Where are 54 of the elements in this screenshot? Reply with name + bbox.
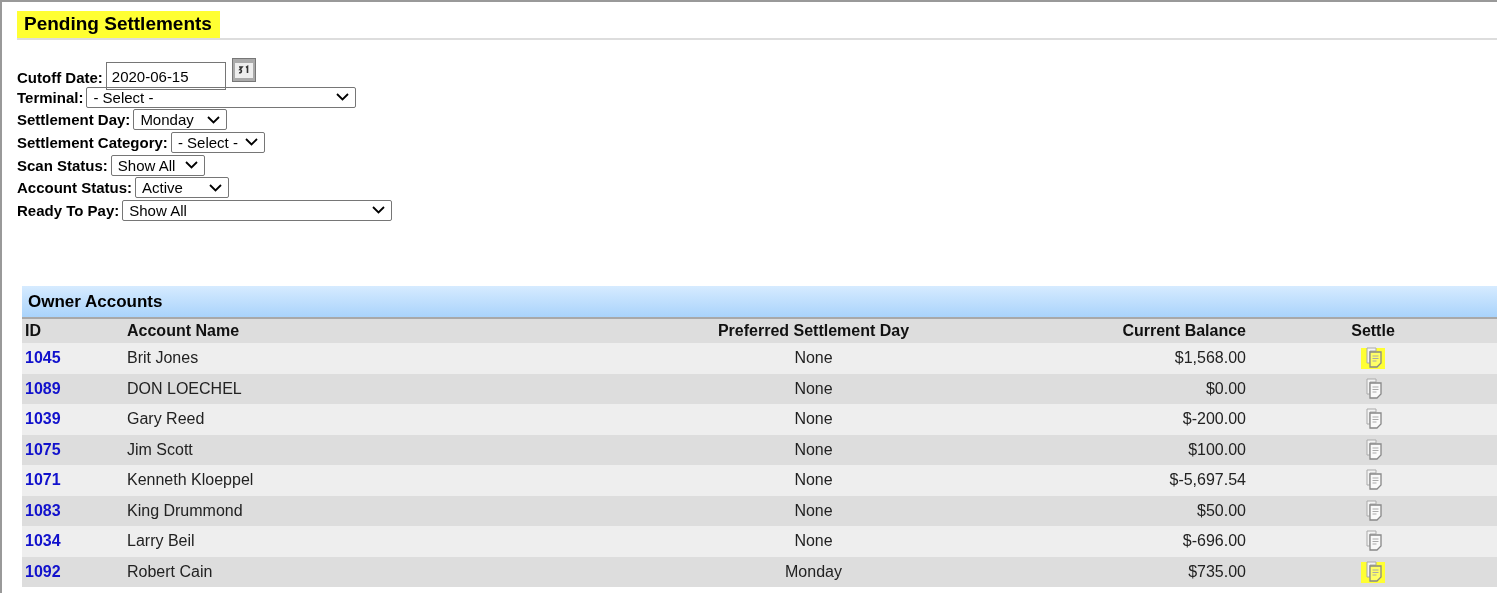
dropdown[interactable]: Show All	[122, 199, 393, 221]
date-field[interactable]: 2020-06-15	[105, 62, 226, 90]
table-cell: Larry Beil	[127, 532, 195, 551]
table-cell: None	[794, 501, 833, 520]
table-cell: $-696.00	[1182, 532, 1246, 551]
table-title: Owner Accounts	[28, 291, 163, 312]
copy-document-icon[interactable]	[1361, 346, 1385, 371]
chevron-down-icon	[336, 93, 350, 102]
field-label: Scan Status:	[17, 156, 108, 174]
table-cell: None	[794, 379, 833, 398]
table-cell: DON LOECHEL	[127, 379, 242, 398]
field-label: Account Status:	[17, 179, 132, 197]
table-cell: $50.00	[1197, 501, 1246, 520]
field-label: Settlement Day:	[17, 111, 131, 129]
table-cell: $735.00	[1188, 562, 1246, 581]
table-cell: $1,568.00	[1174, 349, 1246, 368]
chevron-down-icon	[184, 161, 198, 170]
table-cell: None	[794, 471, 833, 490]
dropdown[interactable]: - Select -	[170, 132, 265, 153]
page-title: Pending Settlements	[17, 11, 220, 38]
column-header: Preferred Settlement Day	[717, 322, 910, 340]
table-cell: None	[794, 532, 833, 551]
copy-document-icon[interactable]	[1361, 559, 1385, 584]
dropdown[interactable]: Monday	[133, 109, 228, 131]
table-cell: Kenneth Kloeppel	[127, 471, 254, 490]
table-cell: Jim Scott	[127, 440, 193, 459]
dropdown[interactable]: Active	[135, 177, 229, 199]
column-header: Settle	[1351, 322, 1395, 340]
table-cell: $100.00	[1188, 440, 1246, 459]
table-cell: Gary Reed	[127, 410, 205, 429]
table-cell: None	[794, 410, 833, 429]
chevron-down-icon	[244, 138, 258, 147]
table-cell: King Drummond	[127, 501, 243, 520]
chevron-down-icon	[207, 115, 221, 124]
table-cell: None	[794, 440, 833, 459]
table-cell: $-200.00	[1182, 410, 1246, 429]
table-cell: Monday	[785, 562, 842, 581]
table-cell: None	[794, 349, 833, 368]
dropdown[interactable]: - Select -	[86, 86, 357, 108]
table-cell: Robert Cain	[127, 562, 213, 581]
calendar-icon[interactable]	[231, 58, 256, 82]
table-cell: $-5,697.54	[1169, 471, 1246, 490]
column-header: ID	[25, 322, 41, 340]
column-header: Current Balance	[1122, 322, 1246, 340]
field-label: Ready To Pay:	[17, 201, 120, 219]
field-label: Settlement Category:	[17, 134, 168, 151]
field-label: Terminal:	[17, 88, 84, 106]
table-cell: $0.00	[1205, 379, 1246, 398]
chevron-down-icon	[209, 183, 222, 192]
dropdown[interactable]: Show All	[110, 154, 205, 176]
field-label: Cutoff Date:	[17, 69, 103, 86]
chevron-down-icon	[372, 206, 386, 215]
column-header: Account Name	[127, 322, 240, 340]
table-cell: Brit Jones	[127, 349, 199, 368]
